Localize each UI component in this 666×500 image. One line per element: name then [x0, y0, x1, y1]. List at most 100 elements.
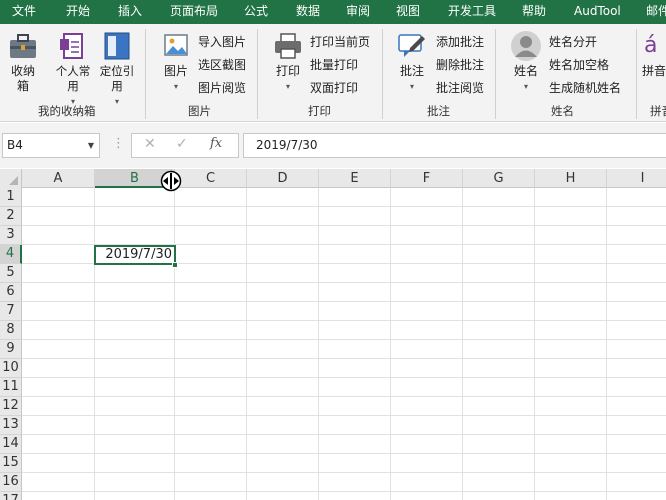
- delete-comment-button[interactable]: 删除批注: [436, 55, 484, 75]
- tab-page-layout[interactable]: 页面布局: [170, 0, 218, 24]
- row-header-selected[interactable]: 4: [0, 245, 22, 264]
- insert-function-icon[interactable]: fx: [210, 136, 222, 151]
- duplex-print-label: 双面打印: [310, 81, 359, 95]
- column-header-c[interactable]: C: [175, 169, 247, 188]
- row-header[interactable]: 1: [0, 188, 22, 207]
- storage-box-label: 收纳箱: [10, 64, 35, 93]
- delete-comment-label: 删除批注: [436, 58, 485, 72]
- chevron-down-icon[interactable]: ▼: [88, 134, 94, 157]
- worksheet-grid[interactable]: A B C D E F G H I 1 2 3 4 5 6 7 8 9 10 1…: [0, 169, 666, 500]
- column-header-f[interactable]: F: [391, 169, 463, 188]
- column-resize-cursor-icon: [160, 170, 182, 192]
- tab-data[interactable]: 数据: [296, 0, 320, 24]
- chevron-down-icon: ▾: [285, 82, 290, 91]
- row-header[interactable]: 10: [0, 359, 22, 378]
- select-all-corner[interactable]: [0, 169, 22, 188]
- duplex-print-button[interactable]: 双面打印: [310, 78, 358, 98]
- print-button[interactable]: 打印 ▾: [270, 26, 306, 94]
- random-name-button[interactable]: 生成随机姓名: [549, 78, 621, 98]
- row-header[interactable]: 11: [0, 378, 22, 397]
- column-header-i[interactable]: I: [607, 169, 666, 188]
- print-label: 打印: [275, 64, 300, 78]
- range-screenshot-button[interactable]: 选区截图: [198, 55, 246, 75]
- group-label-comment: 批注: [427, 104, 450, 118]
- column-header-g[interactable]: G: [463, 169, 535, 188]
- group-divider: [145, 29, 146, 119]
- active-cell-b4[interactable]: 2019/7/30: [94, 245, 176, 265]
- tab-mail[interactable]: 邮件: [646, 0, 666, 24]
- group-divider: [382, 29, 383, 119]
- row-header[interactable]: 7: [0, 302, 22, 321]
- row-header[interactable]: 5: [0, 264, 22, 283]
- tab-insert[interactable]: 插入: [118, 0, 142, 24]
- row-header[interactable]: 16: [0, 473, 22, 492]
- name-box-value: B4: [7, 138, 23, 152]
- tab-review[interactable]: 审阅: [346, 0, 370, 24]
- batch-print-button[interactable]: 批量打印: [310, 55, 358, 75]
- formula-bar: B4 ▼ ⋮ ✕ ✓ fx 2019/7/30: [0, 123, 666, 168]
- storage-box-button[interactable]: 收纳箱: [4, 26, 42, 94]
- tab-formulas[interactable]: 公式: [244, 0, 268, 24]
- column-header-e[interactable]: E: [319, 169, 391, 188]
- row-header[interactable]: 13: [0, 416, 22, 435]
- comment-label: 批注: [399, 64, 424, 78]
- tab-file[interactable]: 文件: [12, 0, 36, 24]
- personal-favorites-button[interactable]: 个人常用 ▾: [52, 26, 94, 109]
- tab-help[interactable]: 帮助: [522, 0, 546, 24]
- row-header[interactable]: 15: [0, 454, 22, 473]
- cancel-icon[interactable]: ✕: [144, 136, 156, 152]
- row-header[interactable]: 9: [0, 340, 22, 359]
- row-header[interactable]: 8: [0, 321, 22, 340]
- row-header[interactable]: 2: [0, 207, 22, 226]
- personal-notes-icon: [57, 30, 89, 62]
- add-comment-label: 添加批注: [436, 35, 485, 49]
- personal-favorites-label: 个人常用: [55, 64, 91, 93]
- name-button[interactable]: 姓名 ▾: [508, 26, 544, 94]
- resize-handle-icon[interactable]: ⋮: [112, 136, 125, 151]
- comment-button[interactable]: 批注 ▾: [394, 26, 430, 94]
- name-add-space-label: 姓名加空格: [549, 58, 610, 72]
- group-label-print: 打印: [308, 104, 331, 118]
- picture-browse-button[interactable]: 图片阅览: [198, 78, 246, 98]
- fill-handle[interactable]: [172, 262, 178, 268]
- chevron-down-icon: ▾: [409, 82, 414, 91]
- formula-input[interactable]: 2019/7/30: [243, 133, 666, 158]
- row-header[interactable]: 12: [0, 397, 22, 416]
- tab-developer[interactable]: 开发工具: [448, 0, 496, 24]
- name-add-space-button[interactable]: 姓名加空格: [549, 55, 609, 75]
- group-label-pinyin: 拼音: [650, 104, 666, 118]
- browse-comments-button[interactable]: 批注阅览: [436, 78, 484, 98]
- browse-comments-label: 批注阅览: [436, 81, 485, 95]
- column-header-h[interactable]: H: [535, 169, 607, 188]
- add-comment-button[interactable]: 添加批注: [436, 32, 484, 52]
- split-name-button[interactable]: 姓名分开: [549, 32, 597, 52]
- tab-audtool[interactable]: AudTool: [574, 0, 621, 24]
- tab-home[interactable]: 开始: [66, 0, 90, 24]
- print-current-page-button[interactable]: 打印当前页: [310, 32, 370, 52]
- ribbon: 收纳箱 个人常用 ▾ 定位引用 ▾ 我的收纳箱 图片 ▾ 导入图片 选区截图 图…: [0, 24, 666, 122]
- pinyin-button[interactable]: á 拼音: [642, 26, 666, 79]
- column-headers: A B C D E F G H I: [0, 169, 666, 188]
- group-label-picture: 图片: [188, 104, 211, 118]
- person-avatar-icon: [510, 30, 542, 62]
- formula-buttons: ✕ ✓ fx: [131, 133, 239, 158]
- row-header[interactable]: 17: [0, 492, 22, 500]
- range-screenshot-label: 选区截图: [198, 58, 247, 72]
- enter-icon[interactable]: ✓: [176, 136, 188, 152]
- row-header[interactable]: 14: [0, 435, 22, 454]
- import-picture-button[interactable]: 导入图片: [198, 32, 246, 52]
- picture-button[interactable]: 图片 ▾: [158, 26, 194, 94]
- name-box[interactable]: B4 ▼: [2, 133, 100, 158]
- column-header-a[interactable]: A: [22, 169, 95, 188]
- split-name-label: 姓名分开: [549, 35, 598, 49]
- locate-reference-label: 定位引用: [99, 64, 135, 93]
- cell-area[interactable]: [22, 188, 666, 500]
- tab-view[interactable]: 视图: [396, 0, 420, 24]
- picture-browse-label: 图片阅览: [198, 81, 247, 95]
- row-header[interactable]: 6: [0, 283, 22, 302]
- row-header[interactable]: 3: [0, 226, 22, 245]
- group-divider: [636, 29, 637, 119]
- column-header-d[interactable]: D: [247, 169, 319, 188]
- locate-reference-button[interactable]: 定位引用 ▾: [96, 26, 138, 109]
- print-current-page-label: 打印当前页: [310, 35, 371, 49]
